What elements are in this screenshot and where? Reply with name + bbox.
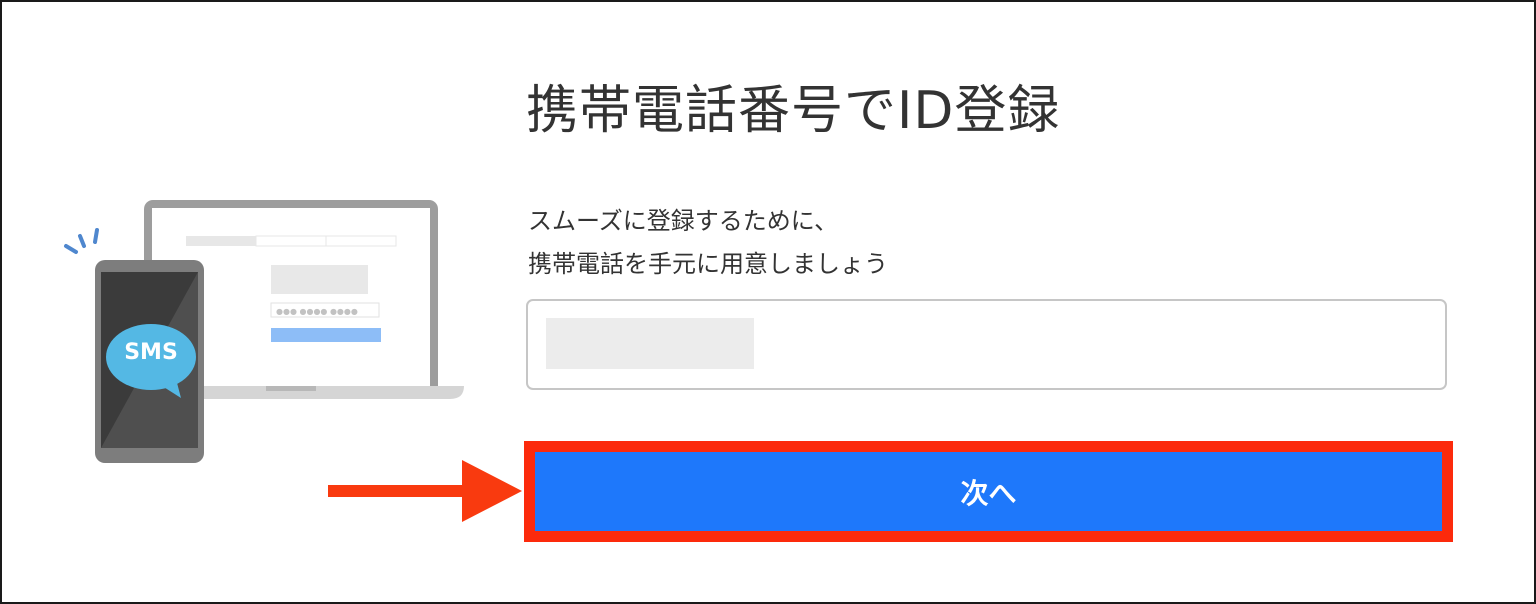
description-line-1: スムーズに登録するために、 (528, 207, 839, 235)
phone-number-input[interactable] (526, 299, 1447, 390)
sms-label: SMS (124, 340, 178, 365)
next-button[interactable]: 次へ (535, 452, 1442, 531)
description-line-2: 携帯電話を手元に用意しましょう (528, 250, 888, 278)
page-title: 携帯電話番号でID登録 (526, 81, 1061, 141)
next-button-highlight: 次へ (524, 441, 1453, 542)
page-frame: 携帯電話番号でID登録 ●●● ●●●● ●●●● SMS スムーズに登録するた… (0, 0, 1536, 604)
sms-device-illustration: ●●● ●●●● ●●●● (64, 200, 464, 463)
arrow-right-icon (328, 460, 522, 522)
svg-text:●●● ●●●● ●●●●: ●●● ●●●● ●●●● (276, 307, 358, 316)
phone-input-placeholder-block (546, 318, 754, 369)
signal-icon (64, 228, 99, 254)
